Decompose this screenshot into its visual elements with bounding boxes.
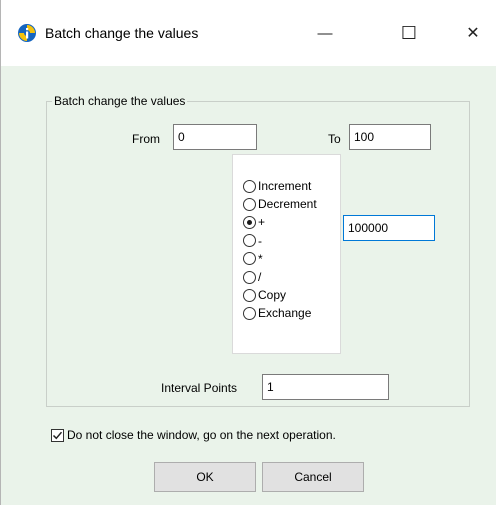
maximize-icon: ☐	[400, 22, 418, 43]
radio-button[interactable]	[243, 270, 256, 284]
from-label: From	[132, 132, 160, 146]
operation-radio-2[interactable]: +	[243, 212, 265, 232]
maximize-button[interactable]: ☐	[389, 10, 429, 56]
checkmark-icon	[52, 431, 63, 439]
operand-input[interactable]: 100000	[343, 215, 435, 241]
operation-radio-7[interactable]: Exchange	[243, 303, 311, 323]
minimize-icon: —	[317, 24, 333, 42]
radio-label: *	[258, 251, 263, 266]
radio-button[interactable]	[243, 179, 256, 193]
from-input[interactable]: 0	[173, 124, 257, 150]
operation-radio-5[interactable]: /	[243, 267, 261, 287]
operation-radio-1[interactable]: Decrement	[243, 194, 317, 214]
info-icon	[18, 24, 36, 42]
window-title: Batch change the values	[45, 25, 199, 41]
title-bar[interactable]: Batch change the values — ☐ ✕	[1, 0, 496, 66]
to-label: To	[328, 132, 341, 146]
keep-open-checkbox[interactable]	[51, 428, 64, 442]
close-button[interactable]: ✕	[453, 10, 493, 56]
radio-button[interactable]	[243, 215, 256, 229]
radio-button[interactable]	[243, 252, 256, 266]
minimize-button[interactable]: —	[305, 10, 345, 56]
keep-open-checkbox-row[interactable]: Do not close the window, go on the next …	[51, 425, 336, 445]
group-legend: Batch change the values	[52, 94, 188, 108]
radio-label: Increment	[258, 179, 312, 193]
radio-label: +	[258, 215, 266, 230]
operation-radio-6[interactable]: Copy	[243, 285, 286, 305]
radio-button[interactable]	[243, 288, 256, 302]
operation-radio-4[interactable]: *	[243, 249, 263, 269]
radio-label: /	[258, 270, 262, 284]
interval-points-input[interactable]: 1	[262, 374, 389, 400]
radio-label: Decrement	[258, 197, 317, 212]
to-input[interactable]: 100	[349, 124, 431, 150]
operation-radio-0[interactable]: Increment	[243, 176, 311, 196]
dialog-window: Batch change the values — ☐ ✕ Batch chan…	[0, 0, 496, 505]
radio-label: Copy	[258, 288, 287, 303]
operation-radio-3[interactable]: -	[243, 231, 262, 251]
radio-label: Exchange	[258, 306, 312, 321]
ok-button[interactable]: OK	[154, 462, 256, 492]
radio-label: -	[258, 233, 262, 248]
close-icon: ✕	[466, 25, 480, 42]
radio-button[interactable]	[243, 306, 256, 320]
cancel-button[interactable]: Cancel	[262, 462, 364, 492]
radio-button[interactable]	[243, 234, 256, 248]
radio-button[interactable]	[243, 197, 256, 211]
interval-points-label: Interval Points	[161, 381, 238, 395]
keep-open-label: Do not close the window, go on the next …	[67, 428, 336, 442]
